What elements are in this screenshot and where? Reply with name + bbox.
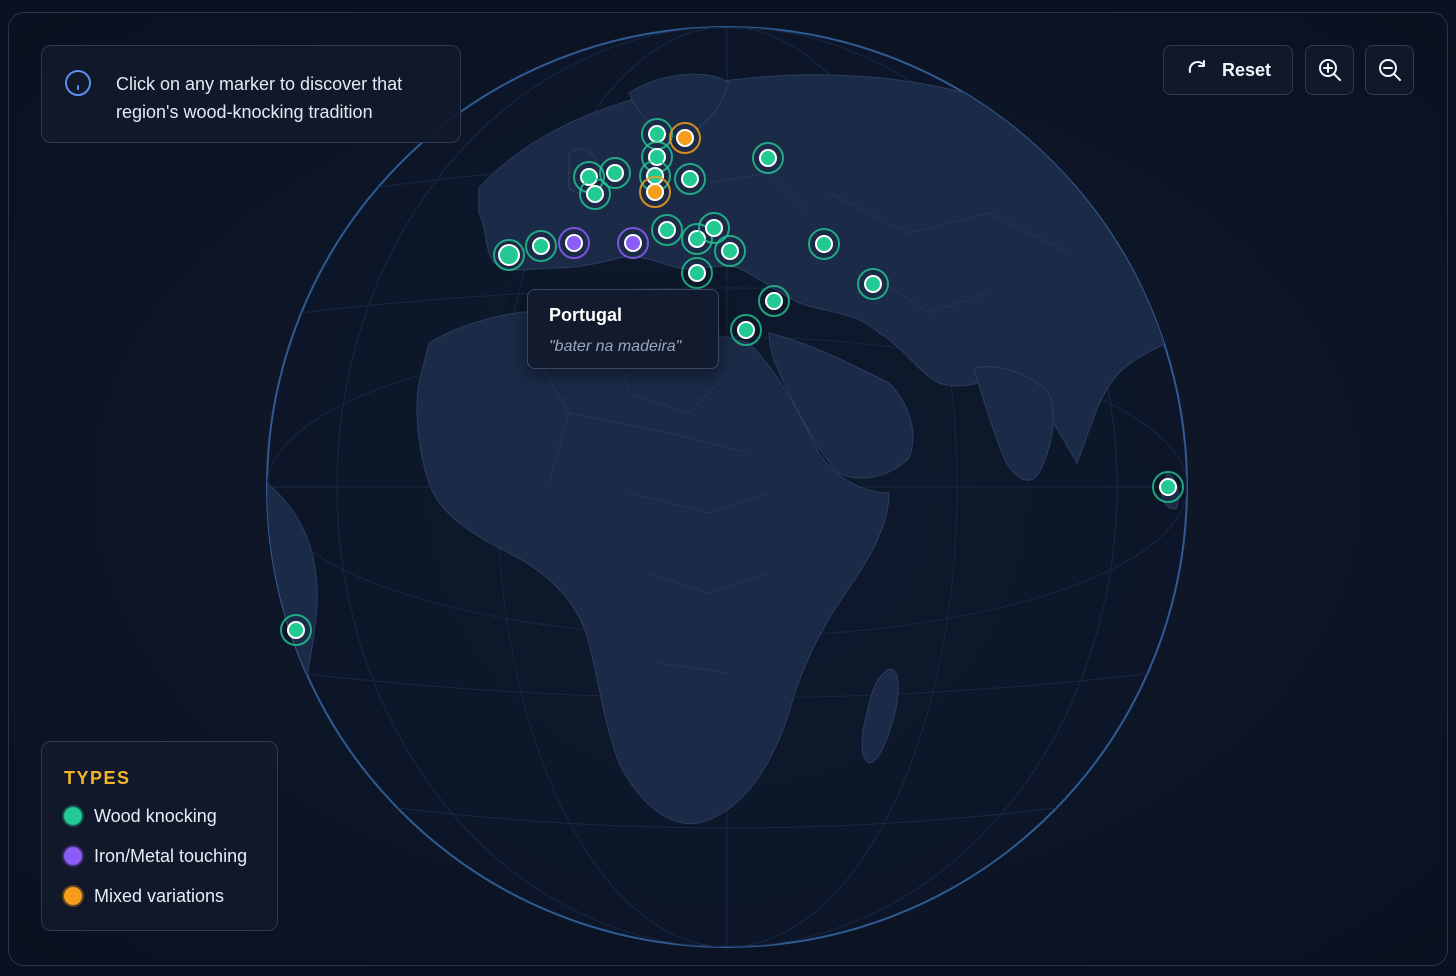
reset-button[interactable]: Reset <box>1163 45 1293 95</box>
marker-tooltip: Portugal "bater na madeira" <box>527 289 719 369</box>
legend: TYPES Wood knocking Iron/Metal touching … <box>41 741 278 931</box>
map-panel: Click on any marker to discover that reg… <box>8 12 1448 966</box>
info-box: Click on any marker to discover that reg… <box>41 45 461 143</box>
legend-dot-iron <box>64 847 82 865</box>
legend-label-mixed: Mixed variations <box>94 886 225 906</box>
rotate-icon <box>1188 60 1205 73</box>
legend-label-iron: Iron/Metal touching <box>94 846 248 866</box>
zoom-in-icon <box>1319 59 1341 81</box>
info-icon <box>65 70 91 96</box>
tooltip-phrase: "bater na madeira" <box>549 338 682 355</box>
info-text: Click on any marker to discover that reg… <box>116 74 403 122</box>
legend-dot-mixed <box>64 887 82 905</box>
tooltip-title: Portugal <box>549 305 623 325</box>
legend-title: TYPES <box>64 768 131 788</box>
reset-label: Reset <box>1222 60 1272 80</box>
legend-dot-wood <box>64 807 82 825</box>
marker-wood-1[interactable] <box>493 239 525 271</box>
legend-label-wood: Wood knocking <box>94 806 217 826</box>
zoom-out-icon <box>1379 59 1401 81</box>
zoom-in-button[interactable] <box>1305 45 1354 95</box>
zoom-out-button[interactable] <box>1365 45 1414 95</box>
